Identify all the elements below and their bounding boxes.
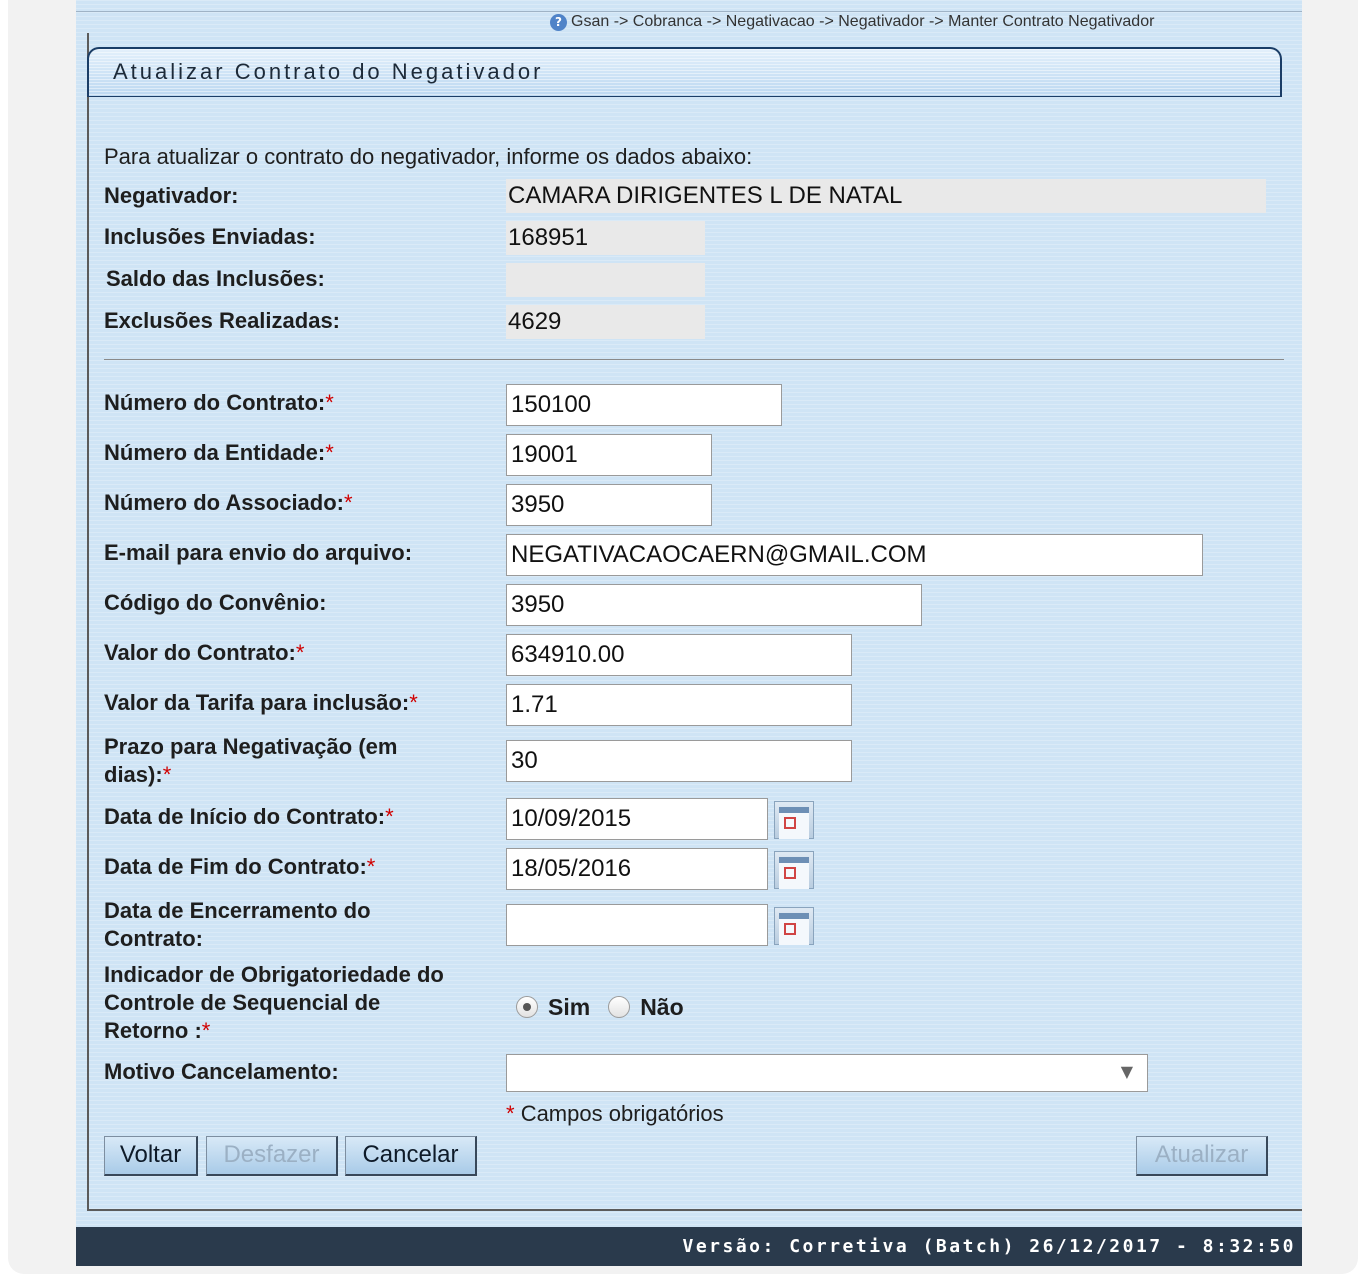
required-marker: *: [325, 390, 334, 415]
page-header: Atualizar Contrato do Negativador: [87, 47, 1282, 97]
saldo-inclusoes-value: [506, 263, 705, 297]
calendar-icon[interactable]: [774, 801, 814, 839]
voltar-button[interactable]: Voltar: [104, 1136, 198, 1176]
required-marker: *: [325, 440, 334, 465]
data-fim-label: Data de Fim do Contrato:*: [104, 854, 376, 879]
motivo-cancelamento-select[interactable]: ▼: [506, 1054, 1148, 1092]
valor-contrato-input[interactable]: 634910.00: [506, 634, 852, 676]
valor-tarifa-input[interactable]: 1.71: [506, 684, 852, 726]
divider: [104, 359, 1284, 360]
email-input[interactable]: NEGATIVACAOCAERN@GMAIL.COM: [506, 534, 1203, 576]
main-page: ? Gsan -> Cobranca -> Negativacao -> Neg…: [76, 0, 1302, 1266]
breadcrumb-text: Gsan -> Cobranca -> Negativacao -> Negat…: [571, 13, 1155, 30]
numero-contrato-label: Número do Contrato:*: [104, 390, 334, 415]
help-icon[interactable]: ?: [550, 13, 567, 31]
required-marker: *: [295, 640, 305, 665]
prazo-label-line1: Prazo para Negativação (em: [104, 734, 398, 759]
saldo-inclusoes-label: Saldo das Inclusões:: [106, 266, 325, 291]
inclusoes-enviadas-value: 168951: [506, 221, 705, 255]
data-encerramento-label-line1: Data de Encerramento do: [104, 898, 371, 923]
radio-sim-label[interactable]: Sim: [548, 994, 590, 1021]
data-encerramento-input[interactable]: [506, 904, 768, 946]
data-inicio-input[interactable]: 10/09/2015: [506, 798, 768, 840]
indicador-label-line2: Controle de Sequencial de: [104, 990, 381, 1015]
chevron-down-icon: ▼: [1120, 1062, 1133, 1081]
calendar-icon[interactable]: [774, 907, 814, 945]
radio-sim[interactable]: [516, 996, 538, 1018]
numero-contrato-input[interactable]: 150100: [506, 384, 782, 426]
data-encerramento-label-line2: Contrato:: [104, 926, 203, 951]
page-title: Atualizar Contrato do Negativador: [113, 59, 544, 84]
required-marker: *: [162, 762, 172, 787]
required-marker: *: [409, 690, 418, 715]
indicador-radio-group: Sim Não: [516, 990, 684, 1024]
numero-entidade-label: Número da Entidade:*: [104, 440, 334, 465]
inclusoes-enviadas-label: Inclusões Enviadas:: [104, 224, 316, 249]
prazo-input[interactable]: 30: [506, 740, 852, 782]
motivo-cancelamento-label: Motivo Cancelamento:: [104, 1059, 339, 1084]
required-marker: *: [201, 1018, 211, 1043]
required-marker: *: [506, 1101, 515, 1126]
negativador-label: Negativador:: [104, 183, 239, 208]
intro-text: Para atualizar o contrato do negativador…: [104, 144, 753, 169]
version-footer: Versão: Corretiva (Batch) 26/12/2017 - 8…: [76, 1227, 1302, 1266]
breadcrumb: ? Gsan -> Cobranca -> Negativacao -> Neg…: [550, 11, 1302, 33]
numero-entidade-input[interactable]: 19001: [506, 434, 712, 476]
exclusoes-realizadas-value: 4629: [506, 305, 705, 339]
codigo-convenio-input[interactable]: 3950: [506, 584, 922, 626]
desfazer-button[interactable]: Desfazer: [206, 1136, 338, 1176]
data-fim-input[interactable]: 18/05/2016: [506, 848, 768, 890]
required-note: * Campos obrigatórios: [506, 1101, 724, 1126]
prazo-label-line2: dias):*: [104, 762, 172, 787]
radio-nao[interactable]: [608, 996, 631, 1018]
numero-associado-label: Número do Associado:*: [104, 490, 353, 515]
codigo-convenio-label: Código do Convênio:: [104, 590, 327, 615]
valor-tarifa-label: Valor da Tarifa para inclusão:*: [104, 690, 418, 715]
data-inicio-label: Data de Início do Contrato:*: [104, 804, 394, 829]
exclusoes-realizadas-label: Exclusões Realizadas:: [104, 308, 341, 333]
email-label: E-mail para envio do arquivo:: [104, 540, 413, 565]
numero-associado-input[interactable]: 3950: [506, 484, 712, 526]
negativador-value: CAMARA DIRIGENTES L DE NATAL: [506, 179, 1266, 213]
required-marker: *: [344, 490, 353, 515]
required-marker: *: [385, 804, 394, 829]
atualizar-button[interactable]: Atualizar: [1136, 1136, 1268, 1176]
valor-contrato-label: Valor do Contrato:*: [104, 640, 305, 665]
calendar-icon[interactable]: [774, 851, 814, 889]
cancelar-button[interactable]: Cancelar: [345, 1136, 477, 1176]
indicador-label-line3: Retorno :*: [104, 1018, 211, 1043]
required-marker: *: [366, 854, 376, 879]
radio-nao-label[interactable]: Não: [640, 994, 683, 1021]
indicador-label-line1: Indicador de Obrigatoriedade do: [104, 962, 444, 987]
